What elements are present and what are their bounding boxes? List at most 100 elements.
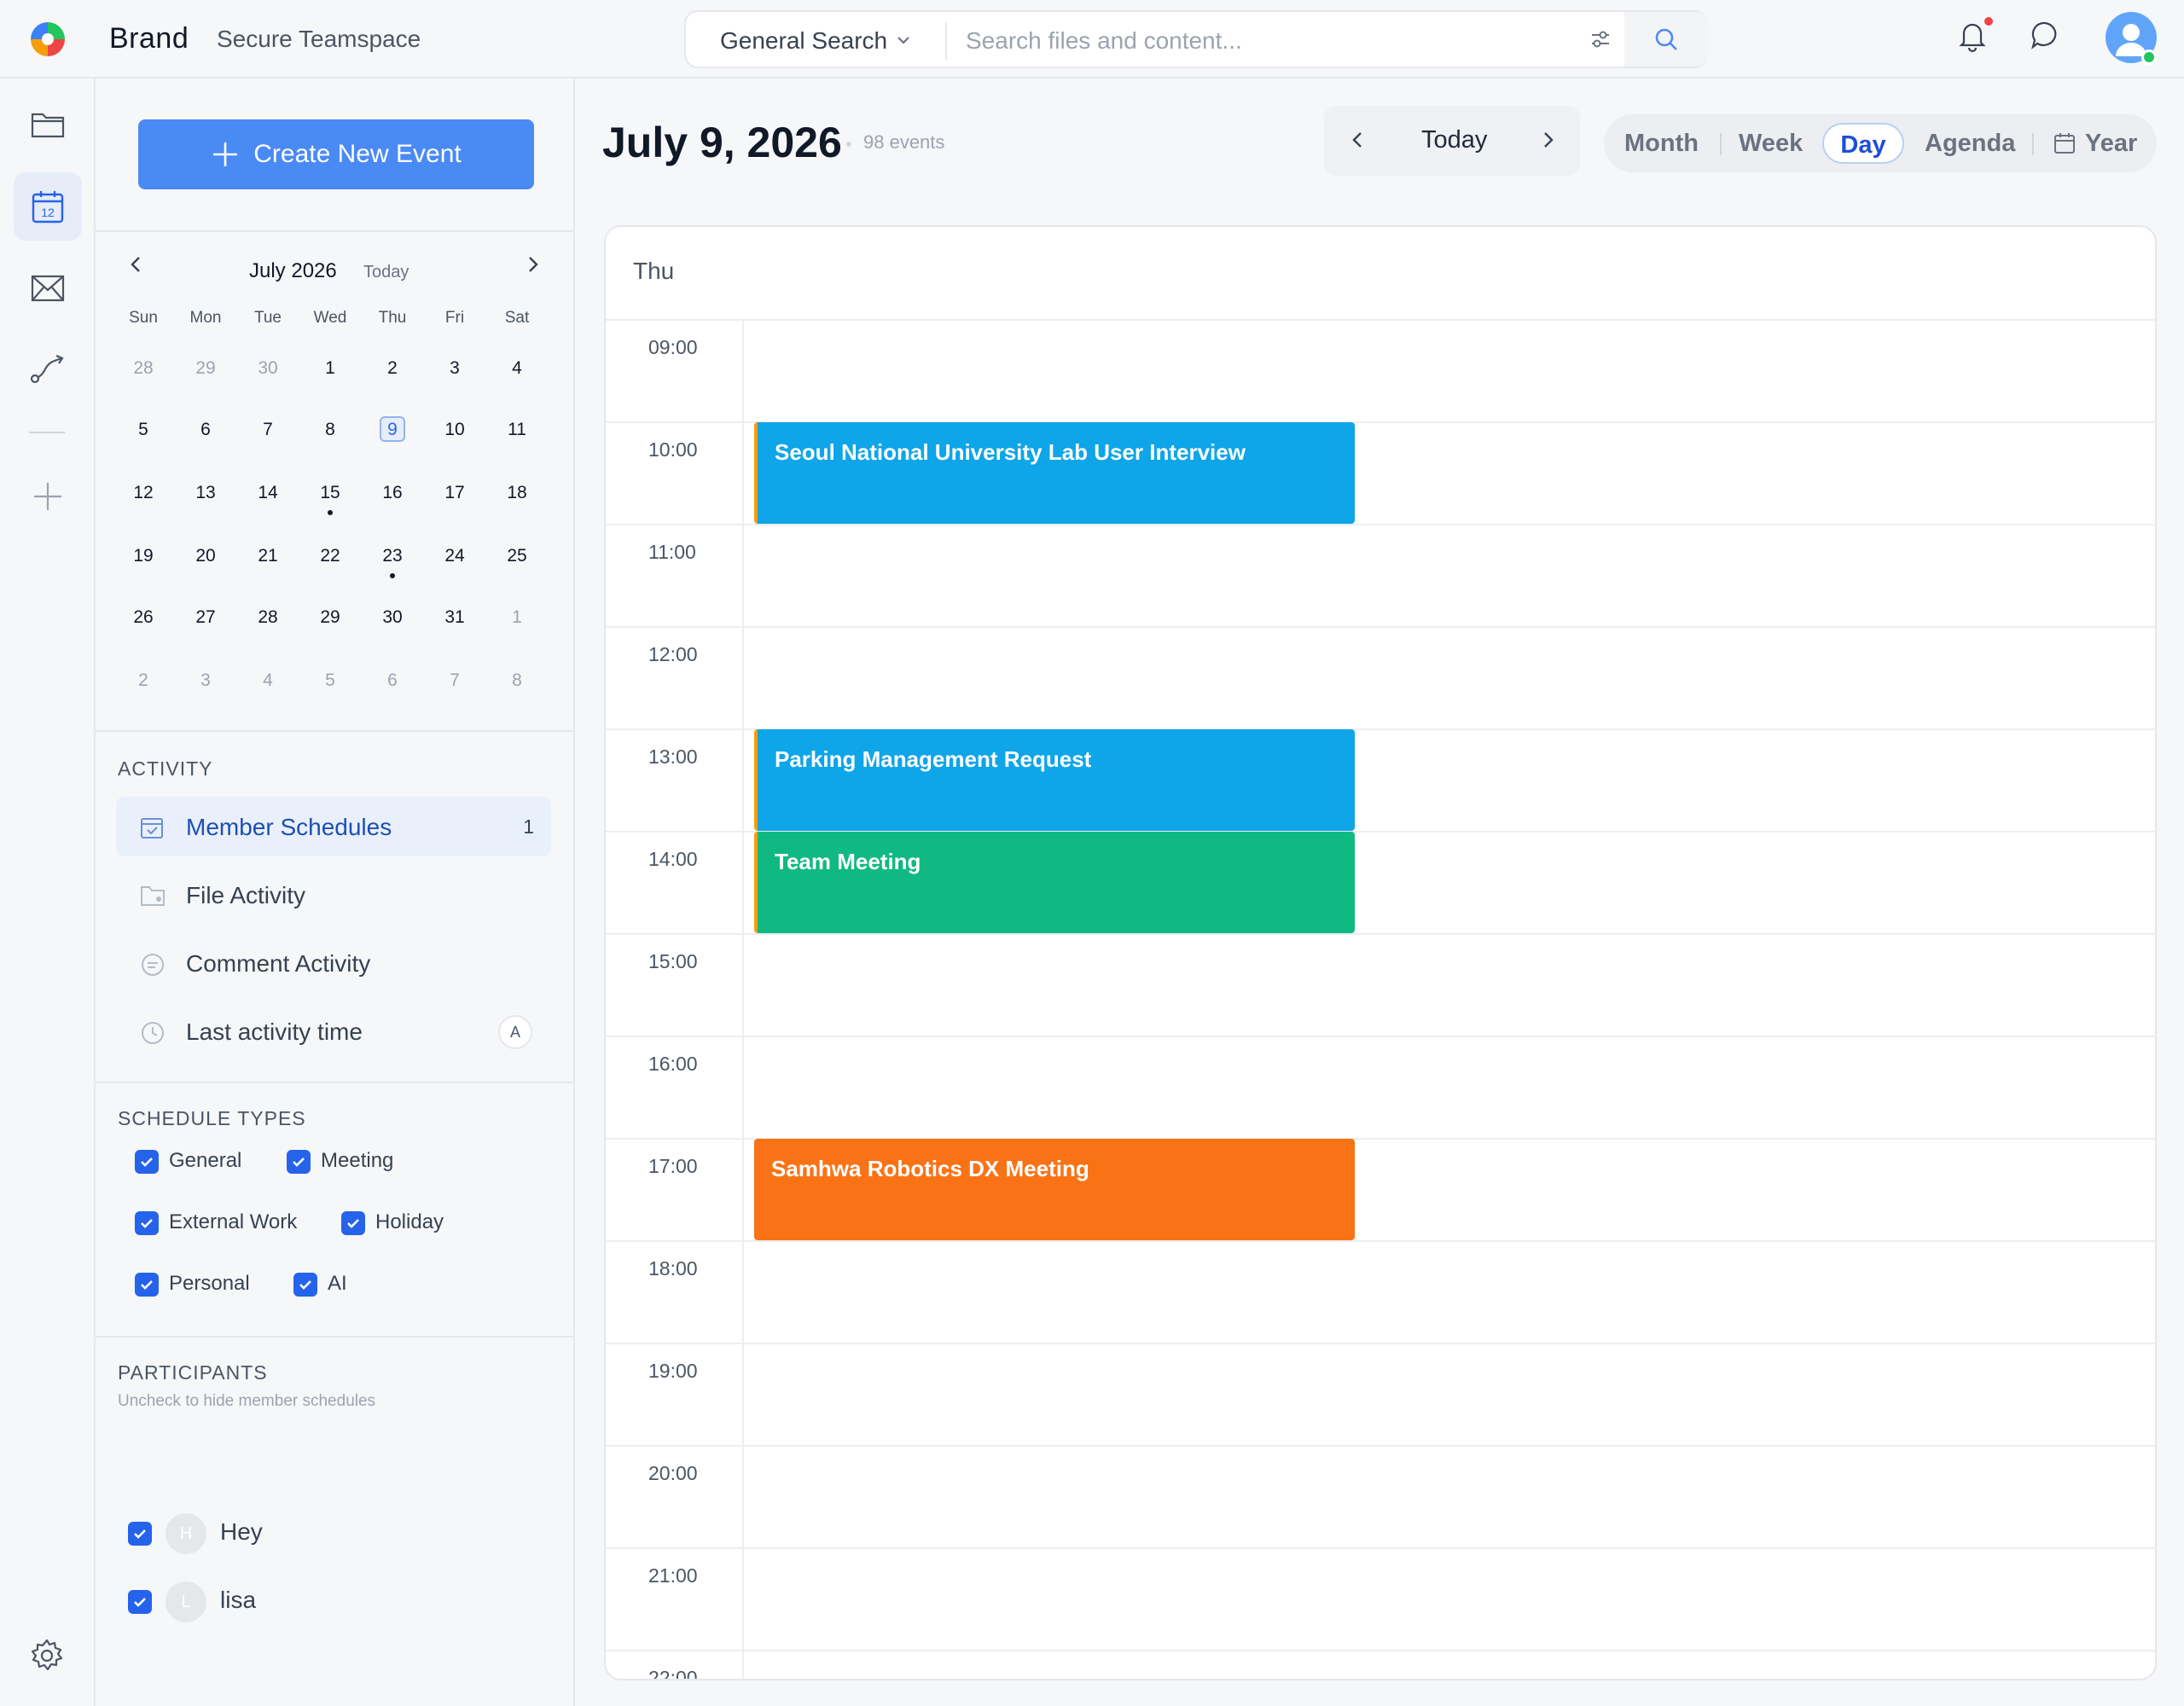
calendar-event[interactable]: Team Meeting (754, 832, 1355, 933)
mini-cal-day-number: 29 (320, 607, 340, 627)
search-input[interactable] (966, 22, 1546, 60)
create-event-button[interactable]: Create New Event (138, 119, 534, 189)
mini-cal-day[interactable]: 2 (367, 351, 418, 386)
sort-badge[interactable]: A (498, 1015, 532, 1049)
schedule-type-label: Personal (169, 1272, 250, 1295)
filter-sliders-icon[interactable] (1589, 27, 1612, 51)
calendar-event[interactable]: Samhwa Robotics DX Meeting (754, 1139, 1355, 1240)
schedule-type-checkbox[interactable] (293, 1273, 317, 1297)
activity-file[interactable]: File Activity (116, 865, 551, 925)
rail-workflow[interactable] (14, 334, 82, 403)
mini-cal-day[interactable]: 24 (429, 539, 480, 573)
mini-cal-day[interactable]: 3 (180, 664, 231, 698)
mini-cal-day[interactable]: 20 (180, 539, 231, 573)
view-year[interactable]: Year (2053, 123, 2137, 164)
mini-cal-day[interactable]: 4 (491, 351, 543, 386)
weekday-label: Fri (444, 309, 465, 327)
schedule-type-checkbox[interactable] (135, 1273, 159, 1297)
bell-icon[interactable] (1957, 19, 1988, 53)
schedule-type-checkbox[interactable] (341, 1211, 365, 1235)
schedule-type-checkbox[interactable] (135, 1211, 159, 1235)
mini-cal-day-number: 26 (133, 607, 154, 627)
notification-dot (1984, 17, 1993, 26)
hour-line (606, 524, 2155, 525)
schedule-type-checkbox[interactable] (135, 1150, 159, 1174)
mini-cal-day[interactable]: 7 (242, 413, 293, 447)
mini-cal-day[interactable]: 18 (491, 476, 543, 510)
rail-add[interactable] (14, 462, 82, 531)
prev-day-button[interactable] (1346, 128, 1370, 152)
mini-cal-day[interactable]: 4 (242, 664, 293, 698)
activity-member-schedules[interactable]: Member Schedules 1 (116, 797, 551, 856)
mini-cal-day-number: 6 (387, 670, 398, 690)
mini-cal-day[interactable]: 25 (491, 539, 543, 573)
mini-cal-day[interactable]: 29 (180, 351, 231, 386)
mini-cal-day[interactable]: 6 (180, 413, 231, 447)
mini-cal-day[interactable]: 16 (367, 476, 418, 510)
mini-cal-day[interactable]: 2 (118, 664, 169, 698)
schedule-type-checkbox[interactable] (287, 1150, 311, 1174)
rail-mail[interactable] (14, 254, 82, 322)
rail-calendar[interactable]: 12 (14, 172, 82, 241)
view-agenda[interactable]: Agenda (1925, 123, 2015, 164)
participant-checkbox[interactable] (128, 1590, 152, 1614)
mini-cal-day[interactable]: 1 (305, 351, 356, 386)
mini-cal-day[interactable]: 23 (367, 539, 418, 573)
settings-gear-icon[interactable] (29, 1638, 65, 1674)
chat-bubble-icon[interactable] (2029, 19, 2061, 51)
mini-cal-day[interactable]: 26 (118, 601, 169, 635)
mini-cal-day[interactable]: 9 (367, 413, 418, 447)
folder-user-icon (140, 884, 166, 908)
mini-cal-day[interactable]: 5 (118, 413, 169, 447)
mini-cal-next-button[interactable] (522, 254, 543, 275)
mini-cal-day[interactable]: 3 (429, 351, 480, 386)
top-bar: Brand Secure Teamspace General Search (0, 0, 2184, 78)
mini-cal-day[interactable]: 8 (305, 413, 356, 447)
mini-cal-day[interactable]: 28 (118, 351, 169, 386)
activity-last-time[interactable]: Last activity time A (116, 1001, 551, 1061)
mini-cal-day[interactable]: 17 (429, 476, 480, 510)
mini-cal-day[interactable]: 1 (491, 601, 543, 635)
mini-cal-day[interactable]: 21 (242, 539, 293, 573)
mini-cal-day[interactable]: 11 (491, 413, 543, 447)
mini-cal-today[interactable]: Today (363, 263, 409, 282)
today-button[interactable]: Today (1421, 126, 1487, 154)
mini-cal-day[interactable]: 30 (367, 601, 418, 635)
mini-cal-day[interactable]: 22 (305, 539, 356, 573)
mini-cal-day[interactable]: 14 (242, 476, 293, 510)
mini-cal-day[interactable]: 5 (305, 664, 356, 698)
mini-cal-day[interactable]: 15 (305, 476, 356, 510)
mini-cal-day[interactable]: 7 (429, 664, 480, 698)
participant-checkbox[interactable] (128, 1522, 152, 1546)
view-day[interactable]: Day (1822, 123, 1904, 164)
search-scope-dropdown[interactable]: General Search (720, 27, 887, 55)
mini-cal-day[interactable]: 27 (180, 601, 231, 635)
hour-label: 11:00 (648, 541, 696, 563)
mini-cal-prev-button[interactable] (126, 254, 147, 275)
comment-icon (140, 952, 166, 978)
mini-cal-day[interactable]: 10 (429, 413, 480, 447)
calendar-event[interactable]: Seoul National University Lab User Inter… (754, 422, 1355, 524)
mini-cal-day[interactable]: 12 (118, 476, 169, 510)
mini-cal-day[interactable]: 29 (305, 601, 356, 635)
activity-comment[interactable]: Comment Activity (116, 933, 551, 993)
mini-cal-day-number: 28 (258, 607, 278, 627)
create-event-label: Create New Event (253, 140, 462, 168)
mini-cal-day[interactable]: 19 (118, 539, 169, 573)
brand-logo-icon[interactable] (29, 20, 67, 58)
next-day-button[interactable] (1536, 128, 1560, 152)
search-button[interactable] (1624, 12, 1708, 67)
mini-cal-day[interactable]: 28 (242, 601, 293, 635)
calendar-event[interactable]: Parking Management Request (754, 729, 1355, 831)
rail-files[interactable] (14, 90, 82, 159)
mini-cal-day[interactable]: 30 (242, 351, 293, 386)
mini-cal-day[interactable]: 31 (429, 601, 480, 635)
divider (96, 730, 573, 732)
view-week[interactable]: Week (1739, 123, 1803, 164)
chevron-down-icon[interactable] (894, 31, 913, 49)
mini-cal-day[interactable]: 13 (180, 476, 231, 510)
view-month[interactable]: Month (1624, 123, 1699, 164)
hour-label: 13:00 (648, 746, 698, 768)
mini-cal-day[interactable]: 6 (367, 664, 418, 698)
mini-cal-day[interactable]: 8 (491, 664, 543, 698)
